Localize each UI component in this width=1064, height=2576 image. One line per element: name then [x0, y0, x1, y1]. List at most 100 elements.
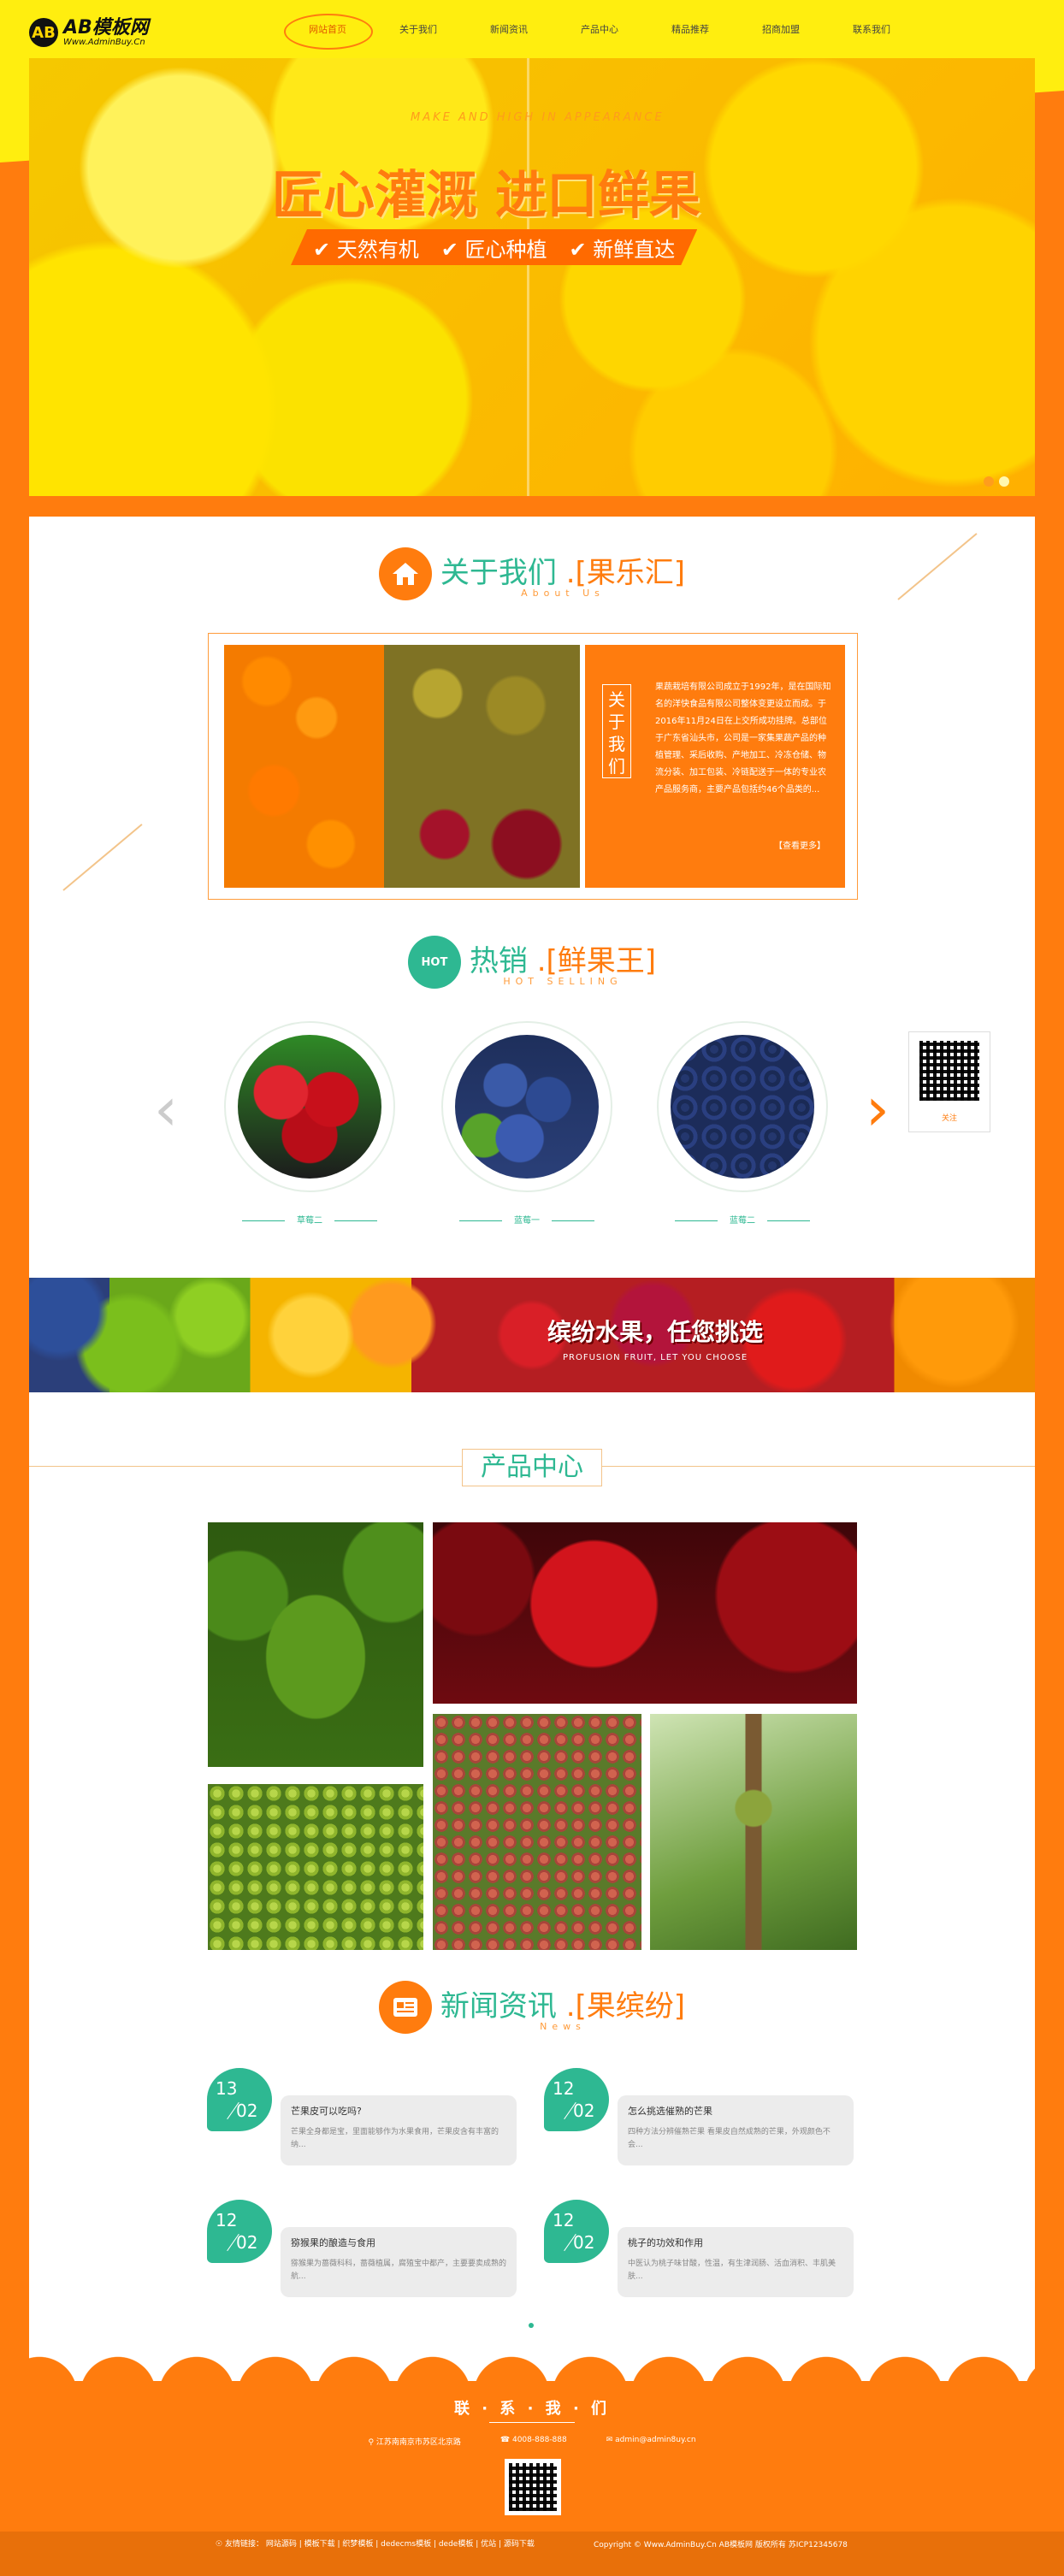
- qr-code: [919, 1041, 979, 1101]
- news-excerpt: 中医认为桃子味甘酸，性温，有生津润肠、活血消积、丰肌美肤...: [628, 2260, 836, 2281]
- contact-underline: [489, 2422, 575, 2423]
- copyright-text: Copyright © Www.AdminBuy.Cn AB模板网 版权所有 苏…: [594, 2541, 848, 2549]
- news-card[interactable]: 桃子的功效和作用中医认为桃子味甘酸，性温，有生津润肠、活血消积、丰肌美肤...: [618, 2227, 854, 2297]
- news-headline[interactable]: 桃子的功效和作用: [628, 2236, 843, 2249]
- blueberry-image: [671, 1035, 814, 1179]
- news-headline[interactable]: 芒果皮可以吃吗?: [291, 2104, 506, 2118]
- news-month: 02: [236, 2232, 258, 2253]
- footer-wave: [0, 2343, 1064, 2395]
- nav-recommend[interactable]: 精品推荐: [645, 10, 736, 50]
- news-date: 12 02: [544, 2200, 609, 2263]
- home-icon: [378, 547, 432, 600]
- banner-ribbon: 天然有机 匠心种植 新鲜直达: [291, 229, 698, 265]
- friend-link[interactable]: 源码下载: [504, 2540, 535, 2549]
- coconut-tree-image[interactable]: [650, 1714, 857, 1950]
- strawberry-image: [238, 1035, 381, 1179]
- phone-icon: ☎: [499, 2436, 512, 2444]
- hot-title-accent: .[鲜果王]: [536, 944, 657, 978]
- phone-text: 4008-888-888: [511, 2436, 567, 2444]
- news-card[interactable]: 怎么挑选催熟的芒果 四种方法分辨催熟芒果 看果皮自然成熟的芒果，外观颜色不会...: [618, 2095, 854, 2165]
- product-circle[interactable]: [657, 1021, 828, 1192]
- friend-links: ☉ 友情链接： 网站源码 | 模板下载 | 织梦模板 | dedecms模板 |…: [216, 2540, 535, 2549]
- news-excerpt: 猕猴果为蔷薇科科，蔷薇植属，腐殖宝中都产，主要要卖成熟的航...: [291, 2260, 507, 2281]
- contact-row: ⚲ 江苏南南京市苏区北京路 ☎ 4008-888-888 ✉ admin@adm…: [0, 2436, 1064, 2447]
- friend-links-label: 友情链接：: [224, 2540, 263, 2549]
- news-month: 02: [236, 2100, 258, 2121]
- contact-phone: ☎ 4008-888-888: [500, 2436, 567, 2447]
- news-card[interactable]: 芒果皮可以吃吗? 芒果全身都是宝，里面能够作为水果食用，芒果皮含有丰富的纳...: [281, 2095, 517, 2165]
- chevron-left-icon[interactable]: ‹: [154, 1079, 178, 1139]
- about-more-link[interactable]: 【查看更多】: [774, 838, 825, 851]
- nav-about[interactable]: 关于我们: [373, 10, 464, 50]
- red-grape-image[interactable]: [433, 1714, 641, 1950]
- news-day: 13: [216, 2078, 238, 2099]
- avocado-image[interactable]: [208, 1522, 423, 1767]
- banner-tag: 天然有机: [313, 233, 419, 263]
- blueberry-image: [455, 1035, 599, 1179]
- fruit-strip-banner: [29, 1278, 1035, 1392]
- green-grape-image[interactable]: [208, 1784, 423, 1950]
- mail-icon: ✉: [606, 2436, 616, 2444]
- friend-link[interactable]: dedecms模板: [381, 2540, 431, 2549]
- news-month: 02: [573, 2232, 595, 2253]
- address-text: 江苏南南京市苏区北京路: [375, 2438, 461, 2447]
- news-section-title: 新闻资讯 .[果缤纷] News: [0, 1981, 1064, 2034]
- news-pagination-dot[interactable]: [529, 2323, 534, 2328]
- product-circle[interactable]: [224, 1021, 395, 1192]
- contact-address: ⚲ 江苏南南京市苏区北京路: [368, 2436, 460, 2447]
- site-logo[interactable]: AB AB模板网 Www.AdminBuy.Cn: [29, 15, 149, 50]
- strip-title: 缤纷水果，任您挑选: [547, 1318, 764, 1346]
- banner-dot[interactable]: [999, 476, 1009, 487]
- news-excerpt: 芒果全身都是宝，里面能够作为水果食用，芒果皮含有丰富的纳...: [291, 2128, 499, 2149]
- friend-link[interactable]: dede模板: [439, 2540, 474, 2549]
- news-headline[interactable]: 怎么挑选催熟的芒果: [628, 2104, 843, 2118]
- news-day: 12: [553, 2078, 575, 2099]
- cherry-image[interactable]: [433, 1522, 857, 1704]
- news-title-accent: .[果缤纷]: [565, 1989, 686, 2024]
- contact-email[interactable]: ✉ admin@admin8uy.cn: [606, 2436, 696, 2447]
- product-circle[interactable]: [441, 1021, 612, 1192]
- footer-qr-frame: [505, 2459, 561, 2515]
- email-text[interactable]: admin@admin8uy.cn: [615, 2436, 695, 2444]
- banner-title: 匠心灌溉 进口鲜果: [272, 166, 700, 226]
- hot-title: 热销: [469, 944, 528, 978]
- contact-title: 联 · 系 · 我 · 们: [453, 2400, 611, 2418]
- logo-name: AB模板网: [63, 16, 149, 38]
- footer-qr-code: [509, 2463, 557, 2511]
- product-label[interactable]: 蓝莓二: [633, 1213, 852, 1226]
- friend-link[interactable]: 模板下载: [304, 2540, 335, 2549]
- hot-icon: HOT: [407, 936, 461, 989]
- nav-join[interactable]: 招商加盟: [736, 10, 826, 50]
- nav-contact[interactable]: 联系我们: [826, 10, 917, 50]
- news-headline[interactable]: 猕猴果的酿造与食用: [291, 2236, 506, 2249]
- strip-subtitle: PROFUSION FRUIT, LET YOU CHOOSE: [563, 1353, 748, 1362]
- link-icon: ☉: [216, 2540, 225, 2549]
- news-date: 13 02: [207, 2068, 272, 2131]
- banner-dot-active[interactable]: [984, 476, 994, 487]
- friend-link[interactable]: 织梦模板: [342, 2540, 373, 2549]
- hot-section-title: HOT 热销 .[鲜果王] HOT SELLING: [0, 936, 1064, 989]
- banner-pagination: [984, 476, 1009, 487]
- newspaper-icon: [378, 1981, 432, 2034]
- news-month: 02: [573, 2100, 595, 2121]
- news-card[interactable]: 猕猴果的酿造与食用猕猴果为蔷薇科科，蔷薇植属，腐殖宝中都产，主要要卖成熟的航..…: [281, 2227, 517, 2297]
- nav-home[interactable]: 网站首页: [282, 10, 373, 50]
- news-title: 新闻资讯: [440, 1989, 557, 2024]
- about-section-title: 关于我们 .[果乐汇] About Us: [0, 547, 1064, 600]
- nav-products[interactable]: 产品中心: [554, 10, 645, 50]
- main-nav: 网站首页 关于我们 新闻资讯 产品中心 精品推荐 招商加盟 联系我们: [282, 10, 917, 50]
- about-text: 果蔬栽培有限公司成立于1992年，是在国际知名的洋快食品有限公司整体变更设立而成…: [655, 682, 831, 795]
- about-title-accent: .[果乐汇]: [565, 556, 686, 590]
- chevron-right-icon[interactable]: ›: [866, 1079, 890, 1139]
- about-title: 关于我们: [440, 556, 557, 590]
- banner-tag: 匠心种植: [441, 233, 547, 263]
- logo-mark: AB: [29, 18, 58, 47]
- qr-label: 关注: [941, 1114, 957, 1123]
- product-label[interactable]: 草莓二: [200, 1213, 419, 1226]
- friend-link[interactable]: 网站源码: [266, 2540, 297, 2549]
- product-label[interactable]: 蓝莓一: [417, 1213, 636, 1226]
- news-day: 12: [553, 2210, 575, 2230]
- friend-link[interactable]: 优站: [481, 2540, 496, 2549]
- nav-news[interactable]: 新闻资讯: [464, 10, 554, 50]
- logo-url: Www.AdminBuy.Cn: [63, 37, 145, 47]
